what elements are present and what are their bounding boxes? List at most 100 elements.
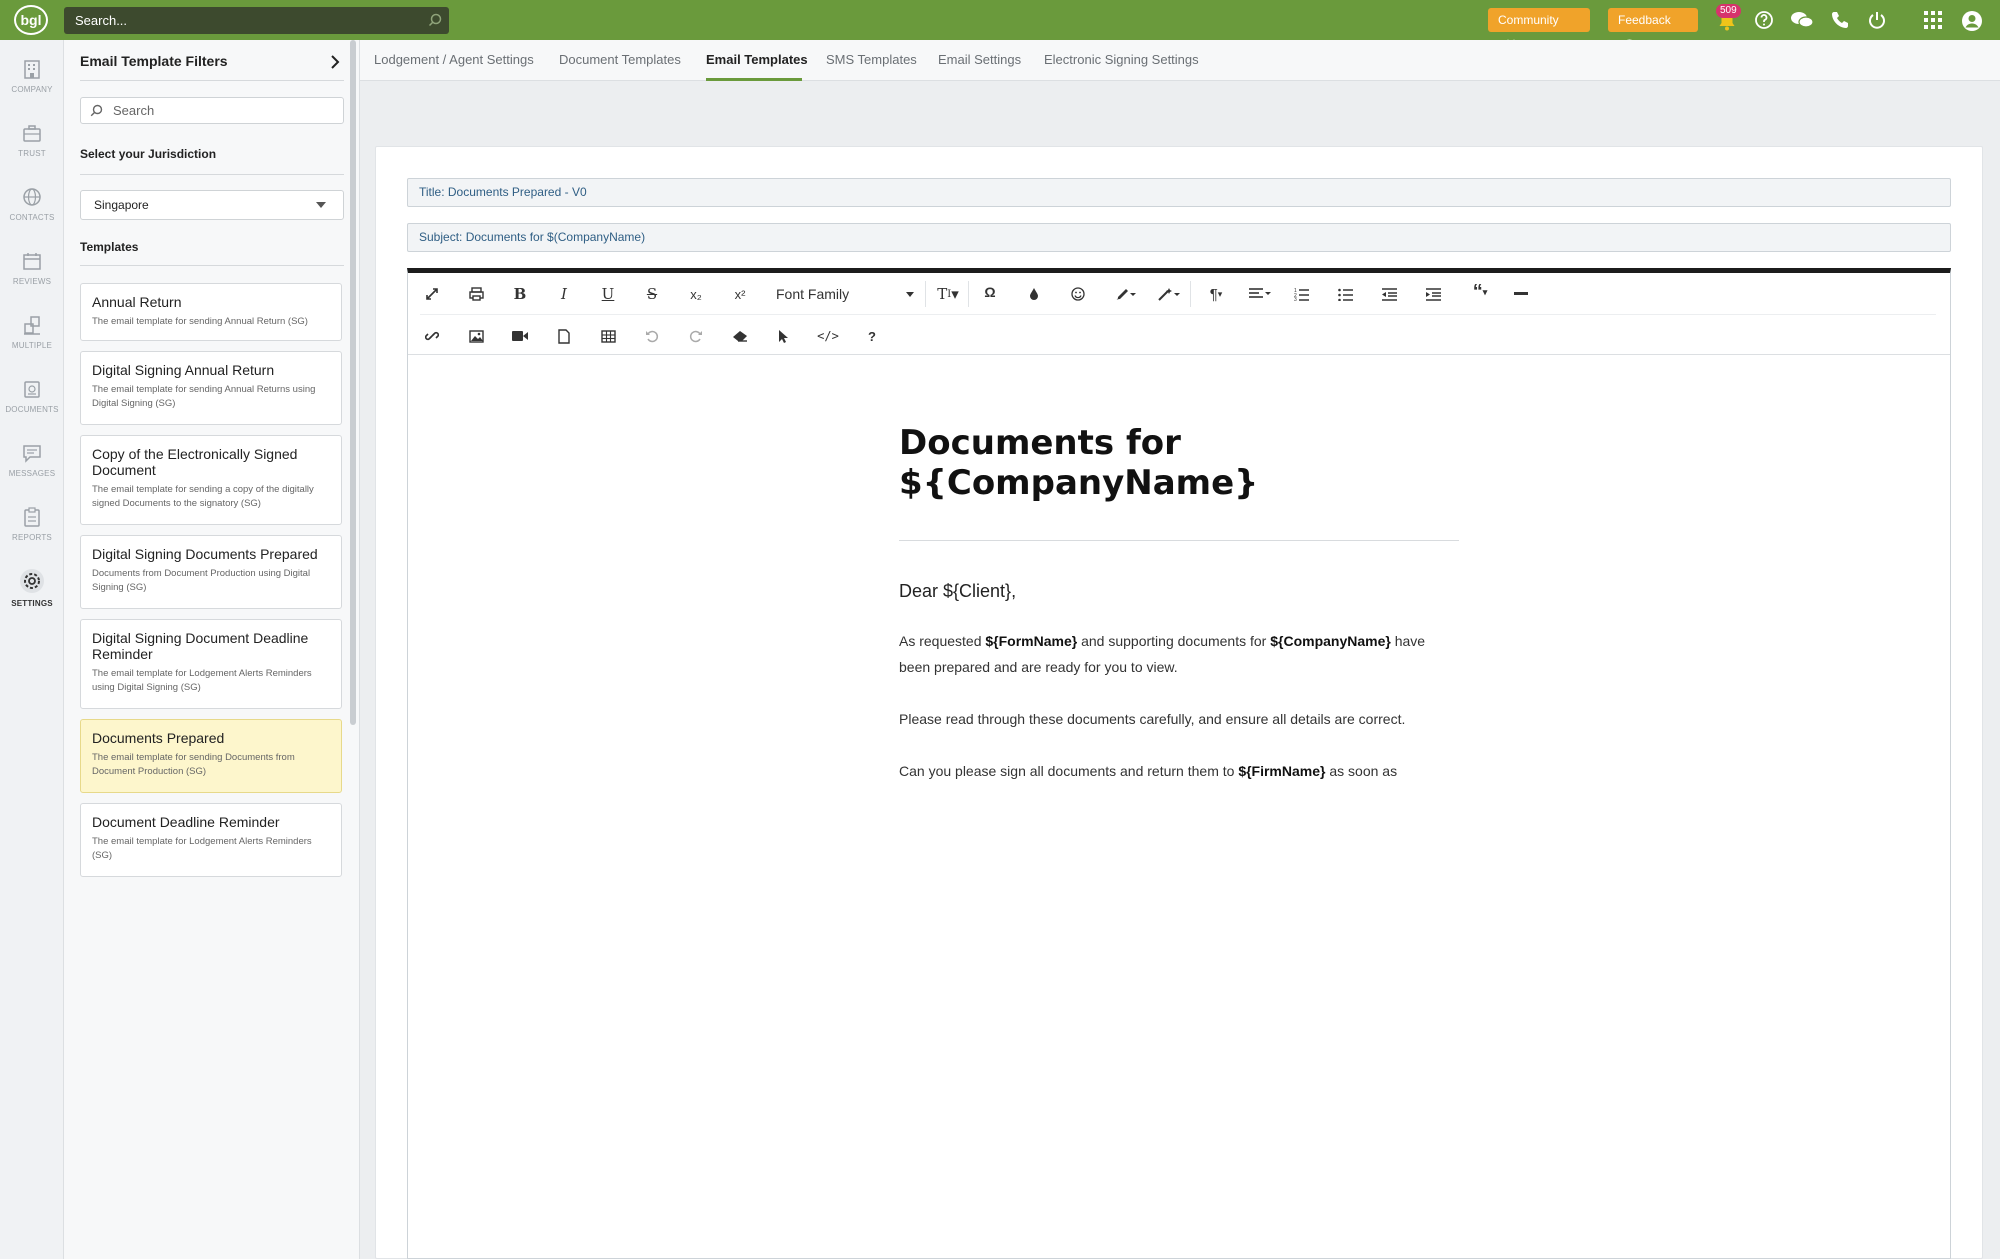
text-run: As requested (899, 633, 986, 649)
chevron-down-icon (906, 292, 914, 297)
panel-scrollbar[interactable] (350, 40, 356, 725)
notification-count-badge: 509 (1716, 4, 1741, 18)
template-card[interactable]: Copy of the Electronically Signed Docume… (80, 435, 342, 525)
template-card[interactable]: Digital Signing Annual Return The email … (80, 351, 342, 425)
nav-settings[interactable]: SETTINGS (0, 560, 64, 620)
file-icon[interactable] (549, 321, 579, 351)
power-icon[interactable] (1867, 10, 1887, 30)
emoji-icon[interactable] (1063, 279, 1093, 309)
nav-reviews[interactable]: REVIEWS (0, 240, 64, 300)
email-heading: Documents for ${CompanyName} (899, 423, 1459, 503)
template-card[interactable]: Annual Return The email template for sen… (80, 283, 342, 341)
horizontal-rule-icon[interactable] (1506, 279, 1536, 309)
help-circle-icon[interactable] (1754, 10, 1774, 30)
nav-documents[interactable]: DOCUMENTS (0, 368, 64, 428)
nav-contacts-label: CONTACTS (9, 213, 55, 222)
nav-messages-label: MESSAGES (8, 469, 56, 478)
template-search-input[interactable]: Search (80, 97, 344, 124)
tab-email-settings[interactable]: Email Settings (938, 52, 1021, 67)
special-char-icon[interactable]: Ω (975, 277, 1005, 307)
feedback-button[interactable]: Feedback (1608, 8, 1698, 51)
help-icon[interactable]: ? (857, 321, 887, 351)
title-field[interactable]: Title: Documents Prepared - V0 (407, 178, 1951, 207)
search-icon[interactable] (428, 13, 442, 27)
strikethrough-icon[interactable]: S (637, 279, 667, 309)
editor-toolbar: B I U S x₂ x² Font Family T I ▾ Ω ¶ ▾ 123 “… (408, 273, 1950, 355)
nav-company[interactable]: COMPANY (0, 48, 64, 108)
nav-messages[interactable]: MESSAGES (0, 432, 64, 492)
tab-sms-templates[interactable]: SMS Templates (826, 52, 917, 67)
align-icon[interactable] (1242, 279, 1278, 309)
template-card[interactable]: Document Deadline Reminder The email tem… (80, 803, 342, 877)
nav-company-label: COMPANY (11, 85, 53, 94)
subscript-icon[interactable]: x₂ (681, 279, 711, 309)
divider (80, 265, 344, 266)
magic-wand-icon[interactable] (1151, 279, 1187, 309)
feedback-label: Feedback (1618, 13, 1671, 27)
left-nav-rail: COMPANY TRUST CONTACTS REVIEWS MULTIPLE … (0, 40, 64, 1259)
paint-brush-icon[interactable] (1107, 279, 1143, 309)
template-card[interactable]: Digital Signing Document Deadline Remind… (80, 619, 342, 709)
template-description: The email template for Lodgement Alerts … (92, 836, 312, 861)
globe-icon (23, 188, 41, 206)
quote-icon[interactable]: “▾ (1462, 277, 1498, 307)
undo-icon[interactable] (637, 321, 667, 351)
link-icon[interactable] (417, 321, 447, 351)
subject-field[interactable]: Subject: Documents for $(CompanyName) (407, 223, 1951, 252)
phone-icon[interactable] (1830, 10, 1850, 30)
fullscreen-icon[interactable] (417, 279, 447, 309)
building-icon (24, 60, 40, 79)
bgl-logo[interactable]: bgl (14, 5, 48, 35)
redo-icon[interactable] (681, 321, 711, 351)
apps-grid-icon[interactable] (1924, 11, 1942, 29)
font-family-select[interactable]: Font Family (776, 284, 916, 304)
tab-electronic-signing-settings[interactable]: Electronic Signing Settings (1044, 52, 1199, 67)
briefcase-icon (23, 125, 41, 142)
color-drop-icon[interactable] (1019, 279, 1049, 309)
code-view-icon[interactable]: </> (813, 321, 843, 351)
image-icon[interactable] (461, 321, 491, 351)
jurisdiction-select[interactable]: Singapore (80, 190, 344, 220)
toolbar-row-divider (420, 314, 1936, 315)
divider (925, 281, 926, 307)
font-size-icon[interactable]: T I ▾ (928, 279, 968, 309)
jurisdiction-label: Select your Jurisdiction (80, 147, 217, 161)
select-pointer-icon[interactable] (769, 321, 799, 351)
table-icon[interactable] (593, 321, 623, 351)
community-button[interactable]: Community (1488, 8, 1590, 51)
nav-contacts[interactable]: CONTACTS (0, 176, 64, 236)
email-body-content[interactable]: Documents for ${CompanyName} Dear ${Clie… (899, 423, 1459, 784)
indent-icon[interactable] (1418, 279, 1448, 309)
italic-icon[interactable]: I (549, 279, 579, 309)
tab-document-templates[interactable]: Document Templates (559, 52, 681, 67)
tab-email-templates[interactable]: Email Templates (706, 52, 808, 67)
tab-lodgement-agent-settings[interactable]: Lodgement / Agent Settings (374, 52, 534, 67)
template-card-selected[interactable]: Documents Prepared The email template fo… (80, 719, 342, 793)
nav-multiple[interactable]: MULTIPLE (0, 304, 64, 364)
chat-icon[interactable] (1790, 10, 1814, 30)
unordered-list-icon[interactable] (1330, 279, 1360, 309)
paragraph-icon[interactable]: ¶ ▾ (1198, 279, 1234, 309)
email-heading-line1: Documents for (899, 423, 1181, 463)
nav-reports[interactable]: REPORTS (0, 496, 64, 556)
user-account-icon[interactable] (1961, 10, 1983, 32)
placeholder-token: ${CompanyName} (1270, 633, 1391, 649)
template-title: Digital Signing Document Deadline Remind… (92, 630, 309, 662)
ordered-list-icon[interactable]: 123 (1286, 279, 1316, 309)
settings-tabs: Lodgement / Agent Settings Document Temp… (360, 40, 2000, 81)
video-icon[interactable] (505, 321, 535, 351)
nav-documents-label: DOCUMENTS (5, 405, 59, 414)
chevron-right-icon[interactable] (330, 55, 340, 69)
superscript-icon[interactable]: x² (725, 279, 755, 309)
template-card[interactable]: Digital Signing Documents Prepared Docum… (80, 535, 342, 609)
eraser-icon[interactable] (725, 321, 755, 351)
nav-trust[interactable]: TRUST (0, 112, 64, 172)
underline-icon[interactable]: U (593, 279, 623, 309)
nav-settings-label: SETTINGS (11, 599, 53, 608)
bold-icon[interactable]: B (505, 279, 535, 309)
global-search-input[interactable]: Search... (64, 7, 449, 34)
outdent-icon[interactable] (1374, 279, 1404, 309)
print-icon[interactable] (461, 279, 491, 309)
placeholder-token: ${FormName} (985, 633, 1078, 649)
template-description: Documents from Document Production using… (92, 568, 311, 593)
